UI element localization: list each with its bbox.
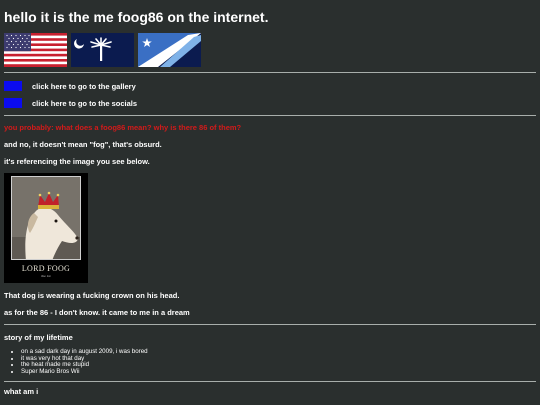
socials-link-icon[interactable] [4,98,22,108]
next-section-heading: what am i [4,387,39,397]
south-carolina-flag-image [71,33,134,67]
list-item: the heat made me stupid [21,362,536,369]
story-list: on a sad dark day in august 2009, i was … [4,348,536,376]
socials-link[interactable]: click here to go to the socials [32,99,137,108]
dog-text: That dog is wearing a fucking crown on h… [4,291,180,300]
socials-link-row[interactable]: click here to go to the socials [4,97,536,109]
list-item: Super Mario Bros Wii [21,368,536,376]
page: hello it is the me foog86 on the interne… [0,0,540,405]
story-heading: story of my lifetime [4,333,73,342]
list-item: it was very hot that day [21,355,536,363]
divider [4,324,536,325]
us-flag-image [4,33,67,67]
divider [4,381,536,383]
gallery-link-row[interactable]: click here to go to the gallery [4,80,536,92]
page-title: hello it is the me foog86 on the interne… [4,9,269,25]
eighty-six-text: as for the 86 - I don't know. it came to… [4,308,190,317]
blue-chevron-flag-image [138,33,201,67]
gallery-link[interactable]: click here to go to the gallery [32,82,136,91]
poster-subcaption: the 1st [41,274,51,278]
divider [4,72,536,73]
dog-photo [11,176,81,260]
gallery-link-icon[interactable] [4,81,22,91]
flag-row [4,33,536,67]
answer-text-1: and no, it doesn't mean "fog", that's ob… [4,140,162,149]
list-item: on a sad dark day in august 2009, i was … [21,348,536,356]
divider [4,115,536,116]
answer-text-2: it's referencing the image you see below… [4,157,150,166]
lord-foog-poster-image: LORD FOOG the 1st [4,173,88,283]
poster-caption: LORD FOOG [21,264,71,273]
question-text: you probably: what does a foog86 mean? w… [4,123,242,132]
